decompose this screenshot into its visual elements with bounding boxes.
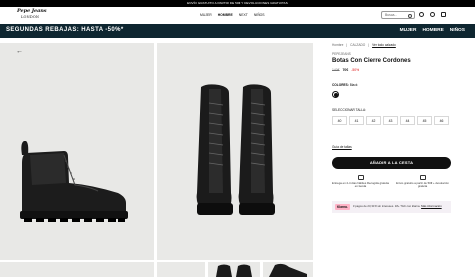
promo-banner[interactable]: SEGUNDAS REBAJAS: HASTA -50%* MUJER HOMB… (0, 24, 475, 38)
shipping-announcement-bar: ENVÍO GRATUITO A PARTIR DE 50€ Y DEVOLUC… (0, 0, 475, 7)
delivery-info: Entrega en 2-4 días hábiles Recogida gra… (332, 175, 389, 189)
current-price: 70€ (342, 68, 349, 72)
nav-item-hombre[interactable]: HOMBRE (218, 13, 233, 17)
boot-side-illustration (20, 141, 128, 222)
size-label: SELECCIONAR TALLA: (332, 108, 367, 112)
size-guide-link[interactable]: Guía de tallas (332, 145, 352, 149)
product-title: Botas Con Cierre Cordones (332, 58, 411, 64)
promo-categories: MUJER HOMBRE NIÑOS (400, 28, 465, 33)
returns-info: Envío gratuito a partir de 50€ + devoluc… (394, 175, 451, 189)
breadcrumb: Hombre | CALZADO | Ver todo calzado (332, 43, 396, 47)
promo-link-hombre[interactable]: HOMBRE (422, 28, 443, 33)
thumb-boot-illustration-2 (269, 263, 307, 277)
klarna-more-info-link[interactable]: Más información (421, 204, 442, 208)
size-option-42[interactable]: 42 (366, 116, 381, 125)
search-icon (408, 13, 412, 18)
klarna-installments: 3 pagos de 23,33 € sin intereses. 18+ T&… (352, 204, 421, 209)
boot-pair-illustration (196, 84, 275, 215)
size-option-44[interactable]: 44 (400, 116, 415, 125)
color-label-title: COLORES: (332, 83, 349, 87)
gallery-thumb-2[interactable] (157, 262, 205, 277)
nav-item-ninos[interactable]: NIÑOS (254, 13, 265, 17)
klarna-text: 3 pagos de 23,33 € sin intereses. 18+ T&… (353, 205, 442, 208)
delivery-text: Entrega en 2-4 días hábiles Recogida gra… (332, 181, 389, 189)
product-image-side[interactable]: ← (0, 43, 154, 260)
truck-icon (357, 175, 364, 180)
wishlist-icon[interactable] (430, 12, 435, 17)
brand-logo[interactable]: Pepe Jeans LONDON (17, 8, 47, 20)
color-label: COLORES: Black (332, 83, 358, 87)
nav-item-next[interactable]: NEXT (239, 13, 248, 17)
discount-badge: -50% (351, 68, 360, 72)
color-swatch-black[interactable] (332, 91, 339, 98)
size-selector: 40 41 42 43 44 45 46 (332, 116, 456, 125)
search-input[interactable]: Busca... (381, 11, 415, 19)
size-option-41[interactable]: 41 (349, 116, 364, 125)
bag-icon[interactable] (441, 12, 446, 17)
breadcrumb-calzado[interactable]: CALZADO (350, 43, 365, 47)
search-placeholder: Busca... (385, 13, 398, 17)
gallery-thumb-3[interactable] (208, 262, 260, 277)
add-to-cart-button[interactable]: AÑADIR A LA CESTA (332, 157, 451, 169)
price-block: 140€ 70€ -50% (332, 68, 359, 72)
account-icon[interactable] (419, 12, 424, 17)
back-arrow-icon[interactable]: ← (16, 48, 23, 55)
old-price: 140€ (332, 68, 340, 72)
promo-link-ninos[interactable]: NIÑOS (450, 28, 465, 33)
breadcrumb-ver-todo[interactable]: Ver todo calzado (372, 43, 396, 47)
klarna-logo: Klarna. (335, 204, 350, 210)
logo-subtext: LONDON (21, 15, 40, 19)
size-option-46[interactable]: 46 (434, 116, 449, 125)
header-icons (419, 12, 446, 17)
size-option-40[interactable]: 40 (332, 116, 347, 125)
breadcrumb-hombre[interactable]: Hombre (332, 43, 343, 47)
size-option-45[interactable]: 45 (417, 116, 432, 125)
product-image-front[interactable] (157, 43, 313, 260)
return-box-icon (419, 175, 426, 180)
promo-link-mujer[interactable]: MUJER (400, 28, 417, 33)
size-option-43[interactable]: 43 (383, 116, 398, 125)
thumb-boot-illustration (216, 264, 252, 277)
promo-text: SEGUNDAS REBAJAS: HASTA -50%* (6, 27, 124, 33)
nav-item-mujer[interactable]: MUJER (200, 13, 212, 17)
product-brand: PEPEJEANS (332, 52, 351, 56)
klarna-banner: Klarna. 3 pagos de 23,33 € sin intereses… (332, 201, 451, 213)
color-value: Black (349, 83, 358, 87)
returns-text: Envío gratuito a partir de 50€ + devoluc… (396, 181, 449, 189)
main-nav: MUJER HOMBRE NEXT NIÑOS (200, 13, 265, 17)
gallery-thumb-4[interactable] (263, 262, 313, 277)
gallery-thumb-1[interactable] (0, 262, 154, 277)
logo-text: Pepe Jeans (17, 8, 47, 14)
product-info-panel: Hombre | CALZADO | Ver todo calzado PEPE… (326, 43, 466, 277)
site-header: Pepe Jeans LONDON MUJER HOMBRE NEXT NIÑO… (0, 7, 475, 24)
